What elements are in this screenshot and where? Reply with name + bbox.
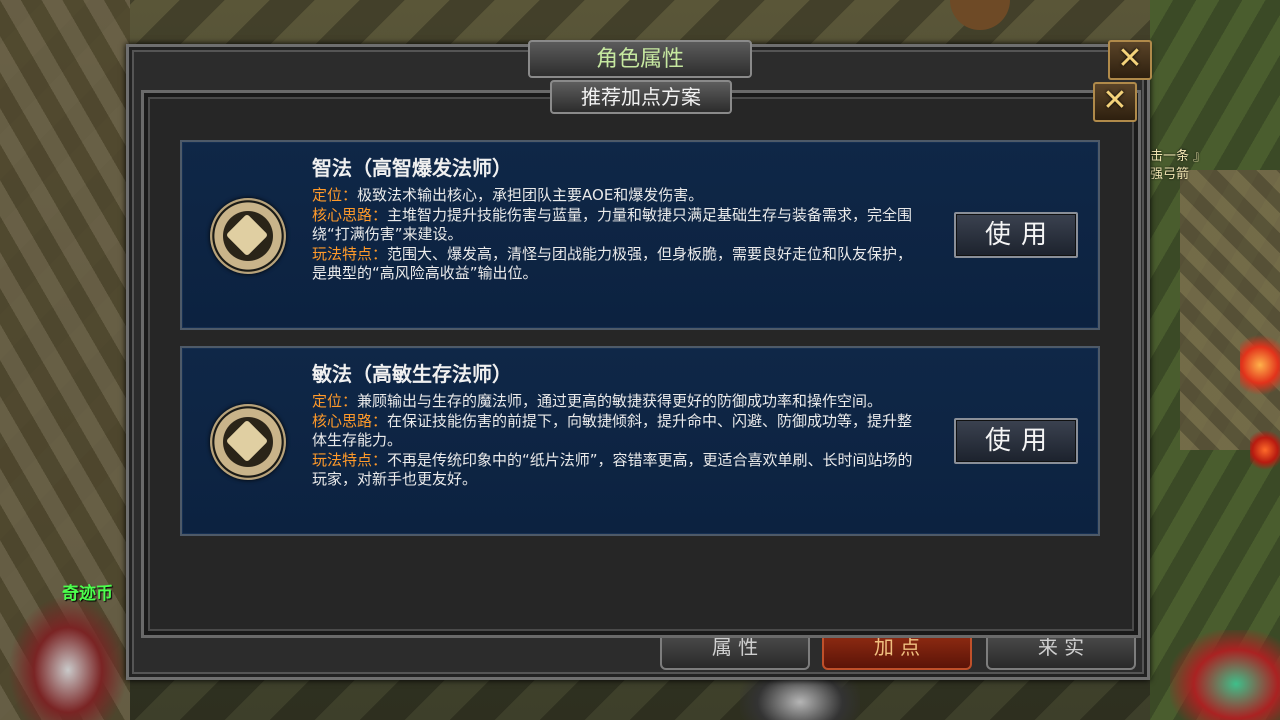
close-dialog-button[interactable]: ✕	[1093, 82, 1137, 122]
player-character	[8, 595, 128, 720]
window-title: 角色属性	[528, 40, 752, 78]
plan-description: 定位：兼顾输出与生存的魔法师，通过更高的敏捷获得更好的防御成功率和操作空间。 核…	[312, 392, 924, 490]
tab-other[interactable]: 来 实	[986, 636, 1136, 670]
position-label: 定位：	[312, 186, 358, 204]
dialog-title: 推荐加点方案	[550, 80, 732, 114]
feature-text: 范围大、爆发高，清怪与团战能力极强，但身板脆，需要良好走位和队友保护，是典型的“…	[312, 244, 913, 283]
plan-title: 智法（高智爆发法师）	[312, 156, 512, 180]
world-side-text-2: 强弓箭	[1150, 167, 1190, 182]
feature-label: 玩法特点：	[312, 450, 388, 469]
world-side-text-1: 击一条 』	[1150, 149, 1207, 164]
barrel-prop	[950, 0, 1010, 30]
core-text: 在保证技能伤害的前提下，向敏捷倾斜，提升命中、闪避、防御成功等，提升整体生存能力…	[312, 411, 913, 450]
plan-title: 敏法（高敏生存法师）	[312, 362, 512, 386]
plan-description: 定位：极致法术输出核心，承担团队主要AOE和爆发伤害。 核心思路：主堆智力提升技…	[312, 186, 924, 284]
core-label: 核心思路：	[312, 411, 388, 430]
close-icon: ✕	[1102, 83, 1128, 118]
close-window-button[interactable]: ✕	[1108, 40, 1152, 80]
position-text: 极致法术输出核心，承担团队主要AOE和爆发伤害。	[357, 186, 704, 204]
mage-emblem-icon	[210, 404, 286, 480]
feature-text: 不再是传统印象中的“纸片法师”，容错率更高，更适合喜欢单刷、长时间站场的玩家，对…	[312, 450, 913, 489]
feature-label: 玩法特点：	[312, 244, 388, 263]
fire-effect-small	[1250, 430, 1280, 470]
position-label: 定位：	[312, 392, 358, 410]
plan-card-intelligence: 智法（高智爆发法师） 定位：极致法术输出核心，承担团队主要AOE和爆发伤害。 核…	[180, 140, 1100, 330]
core-text: 主堆智力提升技能伤害与蓝量，力量和敏捷只满足基础生存与装备需求，完全围绕“打满伤…	[312, 205, 913, 244]
use-plan-button[interactable]: 使用	[954, 418, 1078, 464]
mage-emblem-icon	[210, 198, 286, 274]
currency-label: 奇迹币	[62, 584, 113, 604]
plan-card-agility: 敏法（高敏生存法师） 定位：兼顾输出与生存的魔法师，通过更高的敏捷获得更好的防御…	[180, 346, 1100, 536]
tab-attributes[interactable]: 属 性	[660, 636, 810, 670]
close-icon: ✕	[1117, 41, 1143, 76]
npc-character-right	[1170, 630, 1280, 720]
fire-effect	[1240, 330, 1280, 400]
position-text: 兼顾输出与生存的魔法师，通过更高的敏捷获得更好的防御成功率和操作空间。	[357, 392, 883, 410]
use-plan-button[interactable]: 使用	[954, 212, 1078, 258]
tab-add-points[interactable]: 加 点	[822, 636, 972, 670]
core-label: 核心思路：	[312, 205, 388, 224]
